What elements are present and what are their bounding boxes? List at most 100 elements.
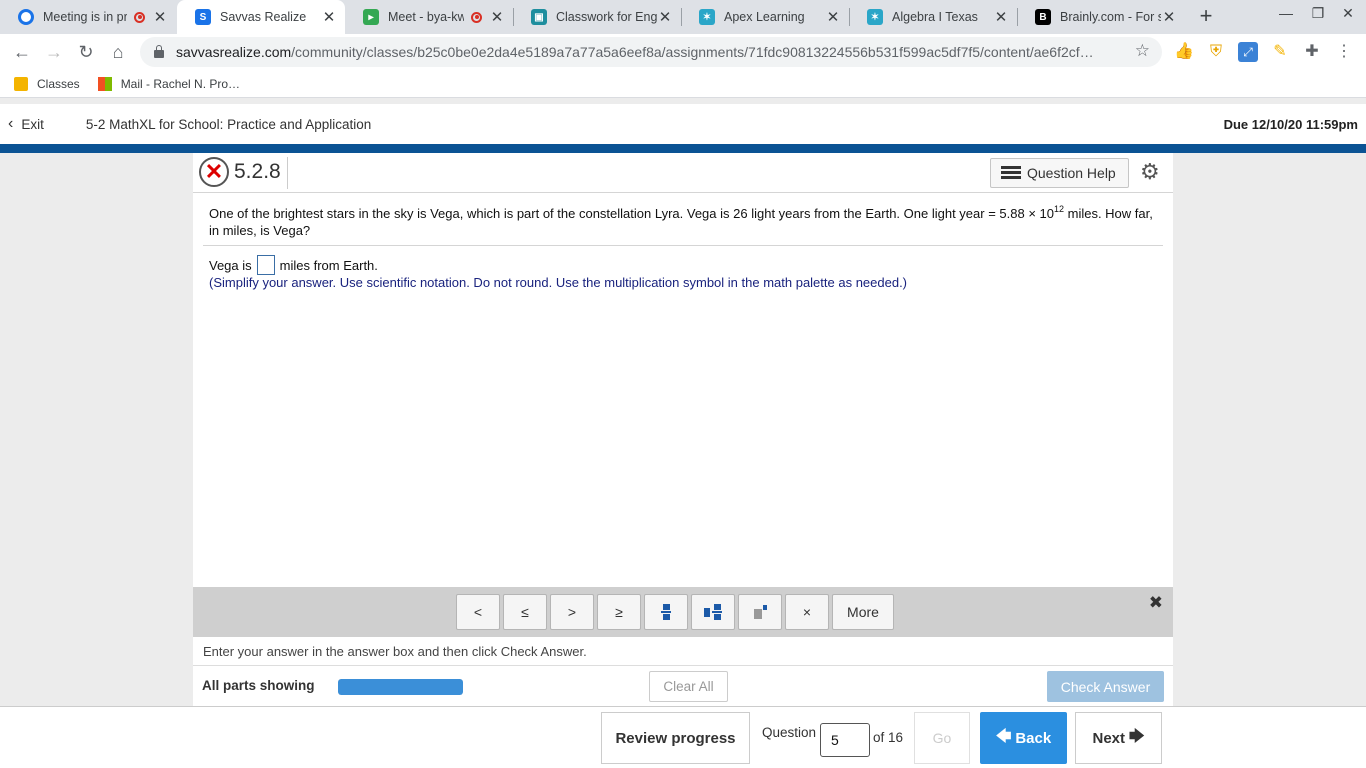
incorrect-icon: ✕ [199, 157, 229, 187]
assignment-title: 5-2 MathXL for School: Practice and Appl… [85, 116, 372, 132]
back-button[interactable]: 🡄 Back [980, 712, 1067, 764]
question-panel: ✕ 5.2.8 Question Help ⚙ One of the brigh… [193, 153, 1173, 706]
tab-apex-learning[interactable]: ✶ Apex Learning ✕ [681, 0, 849, 34]
back-arrow-icon[interactable]: ← [10, 40, 34, 64]
assignment-header: ‹ Exit 5-2 MathXL for School: Practice a… [0, 104, 1366, 144]
answer-input[interactable] [256, 255, 275, 275]
review-progress-button[interactable]: Review progress [601, 712, 750, 764]
question-number: 5.2.8 [234, 160, 281, 183]
brainly-icon: B [1035, 9, 1051, 25]
less-equal-button[interactable]: ≤ [503, 594, 547, 630]
url-domain: savvasrealize.com [176, 44, 292, 60]
list-icon [1001, 166, 1021, 180]
bookmarks-bar: Classes Mail - Rachel N. Pro… [0, 70, 1366, 98]
reload-icon[interactable]: ↻ [74, 40, 98, 64]
tab-title: Meeting is in pr [43, 10, 127, 24]
expand-extension-icon[interactable]: ⤢ [1238, 42, 1258, 62]
tab-algebra[interactable]: ✶ Algebra I Texas ✕ [849, 0, 1017, 34]
all-parts-label: All parts showing [202, 678, 315, 693]
tab-title: Savvas Realize [220, 10, 307, 24]
shield-extension-icon[interactable]: ⛨ [1206, 42, 1226, 62]
gear-icon[interactable]: ⚙ [1140, 159, 1160, 185]
question-label: Question [762, 725, 817, 740]
address-bar[interactable]: savvasrealize.com/community/classes/b25c… [140, 37, 1162, 67]
mixed-number-button[interactable] [691, 594, 735, 630]
close-tab-icon[interactable]: ✕ [152, 8, 168, 26]
chevron-left-icon: ‹ [8, 115, 14, 132]
close-tab-icon[interactable]: ✕ [993, 8, 1009, 26]
exit-button[interactable]: ‹ Exit [8, 115, 44, 133]
url-text: savvasrealize.com/community/classes/b25c… [176, 44, 1162, 60]
tab-title: Brainly.com - For st [1060, 10, 1161, 24]
exit-label: Exit [21, 116, 44, 132]
tab-brainly[interactable]: B Brainly.com - For st ✕ [1017, 0, 1185, 34]
question-header: ✕ 5.2.8 Question Help ⚙ [193, 153, 1173, 193]
greater-equal-button[interactable]: ≥ [597, 594, 641, 630]
close-tab-icon[interactable]: ✕ [489, 8, 505, 26]
go-button[interactable]: Go [914, 712, 970, 764]
thumbs-up-extension-icon[interactable]: 👍 [1174, 42, 1194, 62]
tab-title: Meet - bya-kwip [388, 10, 464, 24]
parts-progress-bar [338, 679, 463, 695]
tab-meeting[interactable]: Meeting is in pr ✕ [0, 0, 176, 34]
divider [287, 157, 288, 189]
microsoft-icon [97, 76, 112, 91]
browser-toolbar: ← → ↻ ⌂ savvasrealize.com/community/clas… [0, 34, 1366, 70]
question-total: of 16 [873, 730, 904, 745]
close-tab-icon[interactable]: ✕ [321, 8, 337, 26]
restore-button[interactable]: ❐ [1307, 5, 1329, 22]
arrow-left-icon: 🡄 [995, 727, 1012, 745]
tab-title: Algebra I Texas [892, 10, 978, 24]
pencil-extension-icon[interactable]: ✎ [1270, 42, 1290, 62]
answer-hint: (Simplify your answer. Use scientific no… [209, 275, 908, 290]
question-help-button[interactable]: Question Help [990, 158, 1129, 188]
menu-dots-icon[interactable]: ⋮ [1334, 42, 1354, 62]
bookmark-star-icon[interactable]: ☆ [1135, 41, 1150, 61]
savvas-icon: S [195, 9, 211, 25]
question-number-input[interactable]: 5 [820, 723, 870, 757]
math-palette: < ≤ > ≥ × More ✖ [193, 587, 1173, 637]
tab-title: Classwork for Engli [556, 10, 657, 24]
arrow-right-icon: 🡆 [1129, 727, 1145, 745]
next-label: Next [1092, 729, 1125, 747]
next-button[interactable]: Next 🡆 [1075, 712, 1162, 764]
apex-icon: ✶ [867, 9, 883, 25]
close-palette-icon[interactable]: ✖ [1149, 593, 1163, 613]
forward-arrow-icon[interactable]: → [42, 40, 66, 64]
less-than-button[interactable]: < [456, 594, 500, 630]
exponent-button[interactable] [738, 594, 782, 630]
answer-line: Vega is miles from Earth. [209, 255, 378, 275]
tab-title: Apex Learning [724, 10, 805, 24]
bookmark-classes[interactable]: Classes [14, 76, 80, 91]
tab-google-meet[interactable]: ▸ Meet - bya-kwip ✕ [345, 0, 513, 34]
more-button[interactable]: More [832, 594, 894, 630]
url-path: /community/classes/b25c0be0e2da4e5189a7a… [291, 44, 1094, 60]
close-tab-icon[interactable]: ✕ [1161, 8, 1177, 26]
bookmark-mail[interactable]: Mail - Rachel N. Pro… [97, 76, 240, 91]
due-date: Due 12/10/20 11:59pm [1223, 116, 1358, 132]
question-text: One of the brightest stars in the sky is… [209, 205, 1159, 239]
puzzle-extensions-icon[interactable]: ✚ [1302, 42, 1322, 62]
close-window-button[interactable]: ✕ [1337, 5, 1359, 22]
greater-than-button[interactable]: > [550, 594, 594, 630]
close-tab-icon[interactable]: ✕ [657, 8, 673, 26]
recording-icon [134, 11, 145, 23]
meeting-icon [18, 9, 34, 25]
bookmark-label: Classes [37, 76, 80, 91]
question-text-main: One of the brightest stars in the sky is… [209, 206, 1054, 221]
home-icon[interactable]: ⌂ [106, 40, 130, 64]
tab-savvas-realize[interactable]: S Savvas Realize ✕ [177, 0, 345, 34]
exponent: 12 [1053, 204, 1064, 214]
question-navigation: Review progress Question 5 of 16 Go 🡄 Ba… [0, 706, 1366, 768]
google-meet-icon: ▸ [363, 9, 379, 25]
tab-classwork[interactable]: ▣ Classwork for Engli ✕ [513, 0, 681, 34]
clear-all-button[interactable]: Clear All [649, 671, 728, 702]
new-tab-button[interactable]: + [1196, 3, 1216, 29]
multiply-button[interactable]: × [785, 594, 829, 630]
minimize-button[interactable]: — [1275, 5, 1297, 21]
close-tab-icon[interactable]: ✕ [825, 8, 841, 26]
progress-fill [338, 679, 463, 695]
fraction-button[interactable] [644, 594, 688, 630]
check-answer-button[interactable]: Check Answer [1047, 671, 1164, 702]
exponent-icon [753, 605, 767, 619]
